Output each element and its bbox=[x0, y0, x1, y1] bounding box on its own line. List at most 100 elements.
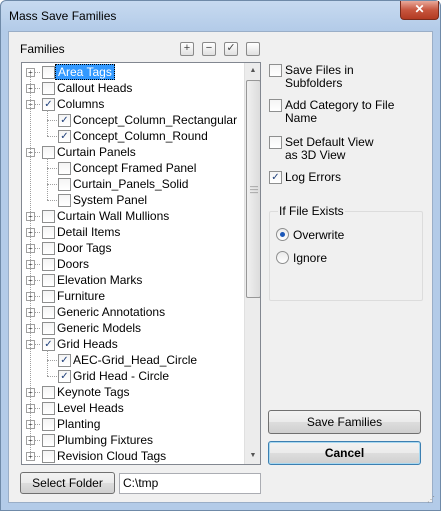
tree-node-label[interactable]: Grid Head - Circle bbox=[71, 369, 171, 383]
tree-node-checkbox[interactable] bbox=[42, 146, 55, 159]
tree-category-node[interactable]: + Curtain Wall Mullions bbox=[22, 208, 242, 224]
tree-category-node[interactable]: + Doors bbox=[22, 256, 242, 272]
tree-node-checkbox[interactable] bbox=[42, 66, 55, 79]
tree-node-label[interactable]: Columns bbox=[55, 97, 106, 111]
overwrite-radio[interactable] bbox=[276, 228, 289, 241]
tree-node-label[interactable]: Doors bbox=[55, 257, 91, 271]
ignore-radio[interactable] bbox=[276, 251, 289, 264]
scroll-thumb[interactable]: — — — bbox=[246, 80, 260, 298]
resize-grip-icon[interactable]: ⋰ bbox=[427, 496, 435, 504]
folder-path-field[interactable] bbox=[119, 473, 261, 494]
tree-node-checkbox[interactable] bbox=[42, 418, 55, 431]
save-in-subfolders-line2: Subfolders bbox=[285, 76, 343, 90]
collapse-all-button[interactable]: − bbox=[202, 42, 216, 56]
tree-node-label[interactable]: Planting bbox=[55, 417, 102, 431]
scroll-up-arrow[interactable]: ▲ bbox=[245, 63, 260, 79]
scroll-down-arrow[interactable]: ▼ bbox=[245, 448, 260, 464]
tree-category-node[interactable]: + Generic Models bbox=[22, 320, 242, 336]
tree-node-checkbox[interactable]: ✓ bbox=[42, 338, 55, 351]
tree-node-label[interactable]: Detail Items bbox=[55, 225, 122, 239]
tree-category-node[interactable]: + Area Tags bbox=[22, 64, 242, 80]
tree-node-label[interactable]: Area Tags bbox=[55, 64, 115, 80]
check-all-button[interactable]: ✓ bbox=[224, 42, 238, 56]
tree-category-node[interactable]: + Planting bbox=[22, 416, 242, 432]
tree-node-label[interactable]: Curtain Panels bbox=[55, 145, 138, 159]
tree-node-label[interactable]: Callout Heads bbox=[55, 81, 134, 95]
tree-category-node[interactable]: + Generic Annotations bbox=[22, 304, 242, 320]
tree-node-label[interactable]: System Panel bbox=[71, 193, 149, 207]
save-families-button[interactable]: Save Families bbox=[268, 410, 421, 434]
tree-family-node[interactable]: Curtain_Panels_Solid bbox=[22, 176, 242, 192]
tree-node-checkbox[interactable] bbox=[58, 194, 71, 207]
tree-category-node[interactable]: + Level Heads bbox=[22, 400, 242, 416]
tree-node-checkbox[interactable]: ✓ bbox=[58, 370, 71, 383]
tree-node-checkbox[interactable] bbox=[42, 242, 55, 255]
tree-node-label[interactable]: Concept Framed Panel bbox=[71, 161, 198, 175]
default-view-checkbox[interactable] bbox=[269, 136, 282, 149]
save-in-subfolders-checkbox[interactable] bbox=[269, 64, 282, 77]
tree-node-label[interactable]: Door Tags bbox=[55, 241, 113, 255]
tree-node-checkbox[interactable] bbox=[42, 82, 55, 95]
tree-category-node[interactable]: + Revision Cloud Tags bbox=[22, 448, 242, 464]
tree-node-checkbox[interactable] bbox=[42, 306, 55, 319]
tree-node-checkbox[interactable] bbox=[42, 290, 55, 303]
tree-family-node[interactable]: ✓ Concept_Column_Rectangular bbox=[22, 112, 242, 128]
tree-family-node[interactable]: ✓ Concept_Column_Round bbox=[22, 128, 242, 144]
tree-node-checkbox[interactable] bbox=[42, 322, 55, 335]
tree-node-checkbox[interactable]: ✓ bbox=[58, 130, 71, 143]
tree-family-node[interactable]: ✓ Grid Head - Circle bbox=[22, 368, 242, 384]
tree-node-checkbox[interactable] bbox=[42, 386, 55, 399]
tree-category-node[interactable]: − ✓ Grid Heads bbox=[22, 336, 242, 352]
tree-category-node[interactable]: + Keynote Tags bbox=[22, 384, 242, 400]
tree-family-node[interactable]: System Panel bbox=[22, 192, 242, 208]
tree-node-label[interactable]: Curtain_Panels_Solid bbox=[71, 177, 190, 191]
tree-category-node[interactable]: + Furniture bbox=[22, 288, 242, 304]
tree-family-node[interactable]: Concept Framed Panel bbox=[22, 160, 242, 176]
tree-node-checkbox[interactable] bbox=[42, 274, 55, 287]
tree-family-node[interactable]: ✓ AEC-Grid_Head_Circle bbox=[22, 352, 242, 368]
select-folder-button[interactable]: Select Folder bbox=[20, 472, 115, 494]
tree-node-label[interactable]: Level Heads bbox=[55, 401, 126, 415]
tree-node-label[interactable]: Keynote Tags bbox=[55, 385, 132, 399]
folder-path-input[interactable] bbox=[120, 474, 255, 491]
uncheck-all-button[interactable] bbox=[246, 42, 260, 56]
tree-node-label[interactable]: Curtain Wall Mullions bbox=[55, 209, 171, 223]
add-category-checkbox[interactable] bbox=[269, 99, 282, 112]
families-tree[interactable]: + Area Tags + Callout Heads − ✓ Columns ✓ Concep… bbox=[21, 62, 261, 465]
tree-node-checkbox[interactable] bbox=[42, 258, 55, 271]
tree-category-node[interactable]: + Callout Heads bbox=[22, 80, 242, 96]
tree-category-node[interactable]: + Door Tags bbox=[22, 240, 242, 256]
log-errors-checkbox[interactable]: ✓ bbox=[269, 171, 282, 184]
close-button[interactable]: ✕ bbox=[400, 1, 439, 20]
tree-node-checkbox[interactable]: ✓ bbox=[42, 98, 55, 111]
tree-category-node[interactable]: + Detail Items bbox=[22, 224, 242, 240]
tree-node-checkbox[interactable] bbox=[42, 226, 55, 239]
tree-node-label[interactable]: Generic Annotations bbox=[55, 305, 167, 319]
tree-node-label[interactable]: Elevation Marks bbox=[55, 273, 144, 287]
cancel-button[interactable]: Cancel bbox=[268, 441, 421, 465]
tree-node-label[interactable]: Concept_Column_Rectangular bbox=[71, 113, 239, 127]
tree-category-node[interactable]: + Plumbing Fixtures bbox=[22, 432, 242, 448]
tree-node-label[interactable]: Plumbing Fixtures bbox=[55, 433, 155, 447]
tree-node-checkbox[interactable] bbox=[42, 450, 55, 463]
tree-node-checkbox[interactable]: ✓ bbox=[58, 114, 71, 127]
tree-node-checkbox[interactable] bbox=[58, 162, 71, 175]
tree-node-label[interactable]: Concept_Column_Round bbox=[71, 129, 210, 143]
tree-node-label[interactable]: Revision Cloud Tags bbox=[55, 449, 168, 463]
tree-node-label[interactable]: Generic Models bbox=[55, 321, 143, 335]
tree-node-label[interactable]: AEC-Grid_Head_Circle bbox=[71, 353, 199, 367]
tree-node-label[interactable]: Furniture bbox=[55, 289, 107, 303]
tree-category-node[interactable]: + Elevation Marks bbox=[22, 272, 242, 288]
expand-all-button[interactable]: + bbox=[180, 42, 194, 56]
tree-node-checkbox[interactable]: ✓ bbox=[58, 354, 71, 367]
title-bar[interactable]: Mass Save Families ✕ bbox=[1, 1, 440, 31]
window-title: Mass Save Families bbox=[9, 9, 117, 23]
tree-node-checkbox[interactable] bbox=[42, 434, 55, 447]
tree-node-checkbox[interactable] bbox=[58, 178, 71, 191]
tree-category-node[interactable]: − ✓ Columns bbox=[22, 96, 242, 112]
tree-node-checkbox[interactable] bbox=[42, 402, 55, 415]
tree-node-checkbox[interactable] bbox=[42, 210, 55, 223]
tree-category-node[interactable]: − Curtain Panels bbox=[22, 144, 242, 160]
tree-node-label[interactable]: Grid Heads bbox=[55, 337, 120, 351]
tree-vertical-scrollbar[interactable]: ▲ — — — ▼ bbox=[244, 63, 260, 464]
